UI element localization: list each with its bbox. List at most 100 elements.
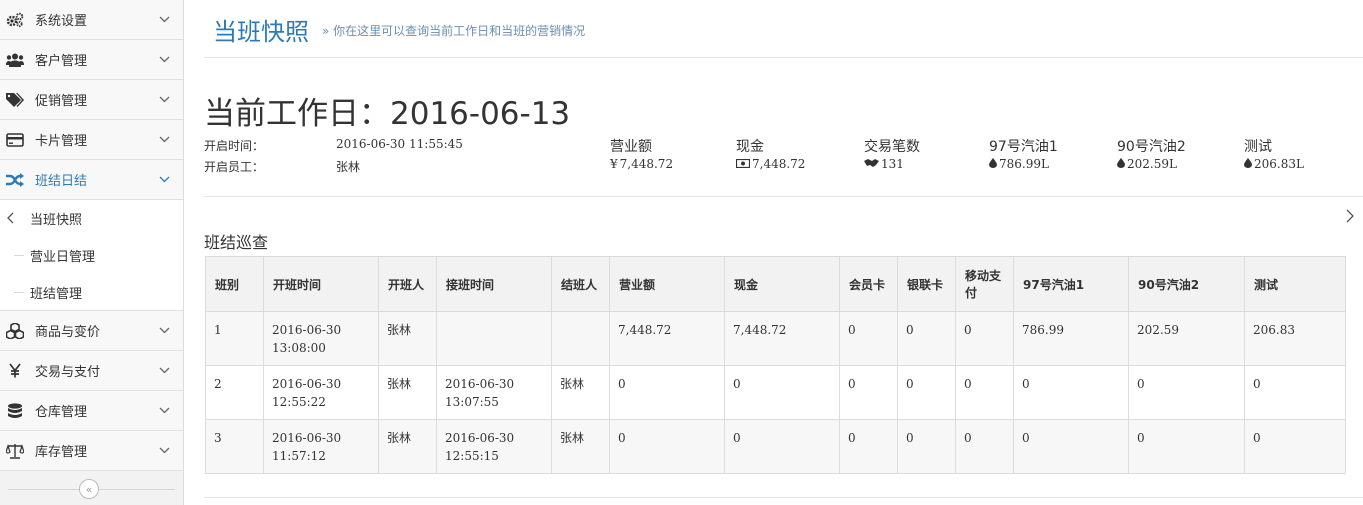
tag-icon (6, 91, 24, 109)
submenu-item-current-shift[interactable]: 当班快照 (0, 200, 183, 237)
column-header[interactable]: 结班人 (551, 256, 610, 312)
table-cell: 0 (1013, 419, 1129, 474)
submenu-item-label: 营业日管理 (30, 250, 96, 265)
table-cell: 0 (897, 419, 956, 474)
column-header[interactable]: 现金 (724, 256, 840, 312)
table-cell: 张林 (551, 419, 610, 474)
open-time-value: 2016-06-30 11:55:45 (336, 137, 463, 151)
table-row[interactable]: 3 2016-06-30 11:57:12 张林 2016-06-30 12:5… (205, 419, 1346, 474)
drop-icon (989, 157, 997, 171)
column-header[interactable]: 银联卡 (897, 256, 956, 312)
table-header-row: 班别 开班时间 开班人 接班时间 结班人 营业额 现金 会员卡 银联卡 移动支付… (205, 256, 1346, 312)
table-cell: 786.99 (1013, 311, 1129, 366)
column-header[interactable]: 90号汽油2 (1128, 256, 1245, 312)
sidebar-item-transactions[interactable]: 交易与支付 (0, 351, 183, 391)
sidebar-item-warehouse[interactable]: 仓库管理 (0, 391, 183, 431)
yen-icon (6, 362, 24, 380)
column-header[interactable]: 开班时间 (263, 256, 379, 312)
table-cell: 7,448.72 (609, 311, 725, 366)
column-header[interactable]: 会员卡 (839, 256, 898, 312)
table-cell: 0 (839, 311, 898, 366)
collapse-sidebar-button[interactable]: « (79, 479, 99, 499)
stat-value: 7,448.72 (619, 157, 674, 171)
table-row[interactable]: 2 2016-06-30 12:55:22 张林 2016-06-30 13:0… (205, 365, 1346, 420)
column-header[interactable]: 97号汽油1 (1013, 256, 1129, 312)
table-cell: 张林 (378, 311, 437, 366)
submenu-item-shift-management[interactable]: 班结管理 (0, 274, 183, 311)
table-cell: 2016-06-30 11:57:12 (263, 419, 379, 474)
shift-inspection-table: 班别 开班时间 开班人 接班时间 结班人 营业额 现金 会员卡 银联卡 移动支付… (205, 256, 1346, 474)
sidebar-item-customers[interactable]: 客户管理 (0, 40, 183, 80)
column-header[interactable]: 测试 (1244, 256, 1346, 312)
sidebar-item-label: 促销管理 (35, 94, 88, 109)
sidebar-item-label: 交易与支付 (35, 365, 101, 380)
table-cell: 0 (955, 419, 1014, 474)
table-cell (551, 311, 610, 366)
stat-value: 206.83L (1254, 157, 1304, 171)
sidebar-item-inventory[interactable]: 库存管理 (0, 431, 183, 471)
divider (204, 57, 1363, 58)
workday-title: 当前工作日：2016-06-13 (204, 96, 571, 132)
chevron-down-icon (157, 133, 171, 147)
gears-icon (6, 11, 24, 29)
chevron-left-icon (6, 212, 14, 228)
chevron-down-icon (157, 173, 171, 187)
submenu-item-label: 当班快照 (30, 213, 83, 228)
main-content: 当班快照 » 你在这里可以查询当前工作日和当班的营销情况 当前工作日：2016-… (184, 0, 1363, 505)
balance-scale-icon (6, 442, 24, 460)
table-cell: 2016-06-30 13:08:00 (263, 311, 379, 366)
table-cell: 0 (1128, 419, 1245, 474)
credit-card-icon (6, 131, 24, 149)
sidebar-item-cards[interactable]: 卡片管理 (0, 120, 183, 160)
table-cell: 0 (724, 365, 840, 420)
sidebar-item-system-settings[interactable]: 系统设置 (0, 0, 183, 40)
stat-test: 测试 206.83L (1244, 136, 1304, 171)
column-header[interactable]: 移动支付 (955, 256, 1014, 312)
stat-name: 现金 (736, 139, 764, 155)
table-cell: 0 (897, 311, 956, 366)
open-staff-label: 开启员工： (204, 160, 265, 174)
column-header[interactable]: 开班人 (378, 256, 437, 312)
stat-gas-97: 97号汽油1 786.99L (989, 136, 1058, 171)
table-cell: 2 (205, 365, 264, 420)
table-row[interactable]: 1 2016-06-30 13:08:00 张林 7,448.72 7,448.… (205, 311, 1346, 366)
table-cell: 0 (839, 365, 898, 420)
table-cell: 0 (1244, 365, 1346, 420)
stat-name: 97号汽油1 (989, 139, 1058, 155)
table-cell: 张林 (378, 365, 437, 420)
page-title: 当班快照 (213, 18, 309, 46)
stat-value: 786.99L (999, 157, 1049, 171)
stat-revenue: 营业额 ¥7,448.72 (610, 136, 673, 171)
table-cell: 0 (1128, 365, 1245, 420)
sidebar-item-goods-pricing[interactable]: 商品与变价 (0, 311, 183, 351)
column-header[interactable]: 班别 (205, 256, 264, 312)
open-staff-value: 张林 (336, 160, 361, 174)
sidebar-item-label: 班结日结 (35, 174, 88, 189)
stat-name: 营业额 (610, 139, 652, 155)
chevron-right-icon[interactable] (1345, 208, 1355, 223)
shuffle-icon (6, 171, 24, 189)
database-icon (6, 402, 24, 420)
section-title: 班结巡查 (204, 233, 269, 252)
drop-icon (1117, 157, 1125, 171)
divider (204, 497, 1363, 498)
stat-gas-90: 90号汽油2 202.59L (1117, 136, 1186, 171)
chevron-down-icon (157, 364, 171, 378)
stat-value: 131 (881, 157, 904, 171)
sidebar-item-promotions[interactable]: 促销管理 (0, 80, 183, 120)
table-cell: 张林 (551, 365, 610, 420)
chevron-down-icon (157, 13, 171, 27)
table-cell: 0 (609, 419, 725, 474)
stat-value: 7,448.72 (752, 157, 806, 171)
sidebar-item-shift-settlement[interactable]: 班结日结 (0, 160, 183, 200)
table-cell: 2016-06-30 13:07:55 (436, 365, 552, 420)
users-icon (6, 51, 24, 69)
submenu-item-business-day[interactable]: 营业日管理 (0, 237, 183, 274)
column-header[interactable]: 接班时间 (436, 256, 552, 312)
cubes-icon (6, 322, 24, 340)
divider (204, 196, 1363, 197)
table-cell: 7,448.72 (724, 311, 840, 366)
sidebar-item-label: 系统设置 (35, 14, 88, 29)
column-header[interactable]: 营业额 (609, 256, 725, 312)
chevron-down-icon (157, 53, 171, 67)
